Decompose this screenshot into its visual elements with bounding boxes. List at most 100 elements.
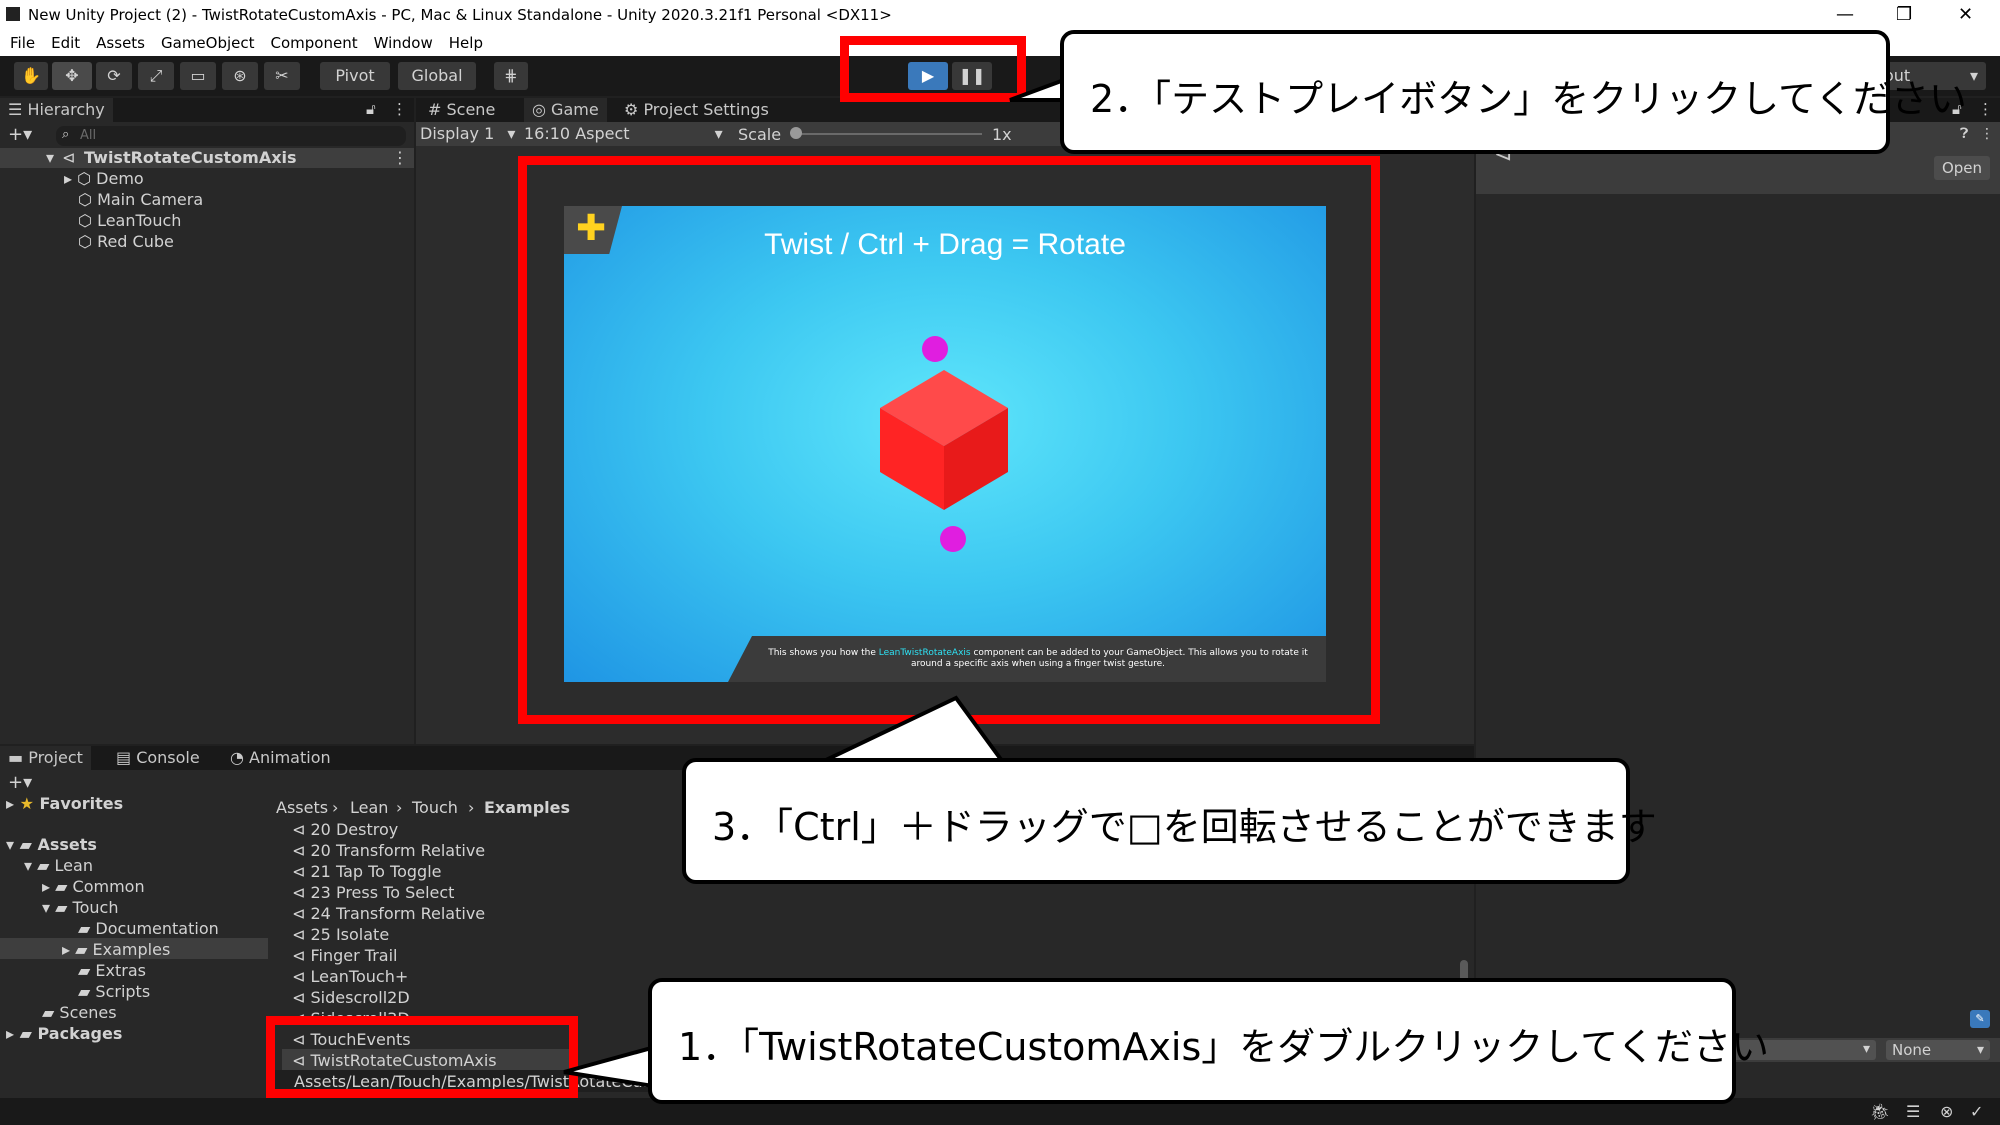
custom-tool-icon[interactable]: ✂ [264, 62, 300, 90]
menu-assets[interactable]: Assets [96, 30, 145, 56]
file-item[interactable]: ⊲ 23 Press To Select [292, 883, 454, 902]
scale-slider[interactable] [790, 127, 982, 139]
file-item[interactable]: ⊲ 24 Transform Relative [292, 904, 485, 923]
callout-step-3: 3．「Ctrl」＋ドラッグで□を回転させることができます [682, 758, 1657, 884]
settings-more-icon[interactable]: ⋮ [1980, 126, 1994, 142]
breadcrumb-touch[interactable]: Touch [412, 798, 458, 817]
tree-label: Favorites [39, 794, 124, 813]
hierarchy-item-demo[interactable]: ▸ ⬡ Demo [64, 169, 144, 188]
debug-icon[interactable]: 🐞︎ [1870, 1102, 1890, 1121]
move-tool-icon[interactable]: ✥ [52, 62, 92, 90]
tree-extras[interactable]: ▰ Extras [78, 961, 146, 980]
tree-favorites[interactable]: ▸ ★ Favorites [6, 794, 123, 813]
chevron-down-icon: ▾ [1969, 66, 1978, 85]
tab-project-settings[interactable]: ⚙ Project Settings [616, 98, 777, 122]
tab-animation[interactable]: ◔ Animation [222, 746, 339, 770]
help-icon[interactable]: ❓︎ [1960, 126, 1968, 142]
file-item[interactable]: ⊲ 21 Tap To Toggle [292, 862, 442, 881]
tree-touch[interactable]: ▾ ▰ Touch [42, 898, 118, 917]
tree-scripts[interactable]: ▰ Scripts [78, 982, 150, 1001]
breadcrumb-examples[interactable]: Examples [484, 798, 570, 817]
file-item[interactable]: ⊲ 20 Destroy [292, 820, 398, 839]
rotate-tool-icon[interactable]: ⟳ [96, 62, 132, 90]
callout-step-1: 1．「TwistRotateCustomAxis」をダブルクリックしてください [648, 978, 1769, 1104]
layers-icon[interactable]: ☰ [1906, 1102, 1920, 1121]
file-item[interactable]: ⊲ 20 Transform Relative [292, 841, 485, 860]
tree-assets[interactable]: ▾ ▰ Assets [6, 835, 97, 854]
hierarchy-search-field[interactable]: ⌕ All [56, 126, 406, 146]
close-button[interactable]: ✕ [1958, 4, 1973, 25]
game-tab-label: Game [551, 100, 599, 119]
folder-icon: ▰ [19, 835, 32, 854]
transform-tool-icon[interactable]: ⊛ [222, 62, 258, 90]
scale-slider-thumb[interactable] [790, 127, 802, 139]
open-label: Open [1941, 159, 1983, 177]
lock-icon[interactable]: 🔓︎ [366, 100, 376, 118]
scale-label: Scale [738, 125, 782, 144]
tree-examples[interactable]: ▸ ▰ Examples [62, 940, 170, 959]
restore-button[interactable]: ❐ [1896, 4, 1912, 25]
chevron-down-icon: ▾ [1862, 1041, 1870, 1057]
breadcrumb-sep: › [468, 798, 475, 817]
scale-tool-icon[interactable]: ⤢ [138, 62, 174, 90]
menu-edit[interactable]: Edit [51, 30, 80, 56]
hand-tool-icon[interactable]: ✋ [14, 62, 48, 90]
rect-tool-icon[interactable]: ▭ [180, 62, 216, 90]
hierarchy-item-red-cube[interactable]: ⬡ Red Cube [78, 232, 174, 251]
tab-console[interactable]: ▤ Console [108, 746, 208, 770]
menu-gameobject[interactable]: GameObject [161, 30, 255, 56]
check-icon[interactable]: ✓ [1970, 1102, 1983, 1121]
tab-scene[interactable]: # Scene [420, 98, 503, 122]
tree-label: Examples [92, 940, 171, 959]
folder-icon: ▰ [55, 877, 68, 896]
tree-common[interactable]: ▸ ▰ Common [42, 877, 145, 896]
menu-component[interactable]: Component [271, 30, 358, 56]
minimize-button[interactable]: — [1836, 4, 1854, 25]
hierarchy-item-main-camera[interactable]: ⬡ Main Camera [78, 190, 203, 209]
file-label: Sidescroll2D [310, 988, 410, 1007]
label-tag-icon[interactable]: ✎ [1970, 1010, 1990, 1028]
folder-icon: ▰ [78, 961, 91, 980]
tab-project[interactable]: ▬ Project [0, 746, 91, 770]
menu-help[interactable]: Help [449, 30, 483, 56]
display-dropdown[interactable]: Display 1 ▾ [420, 124, 515, 143]
aspect-value: 16:10 Aspect [524, 124, 630, 143]
expand-arrow-icon[interactable]: ▾ [46, 148, 54, 167]
breadcrumb-sep: › [396, 798, 403, 817]
pivot-toggle[interactable]: Pivot [320, 62, 390, 90]
tree-scenes[interactable]: ▰ Scenes [42, 1003, 117, 1022]
file-item[interactable]: ⊲ 25 Isolate [292, 925, 389, 944]
breadcrumb-lean[interactable]: Lean [350, 798, 388, 817]
tree-lean[interactable]: ▾ ▰ Lean [24, 856, 93, 875]
grid-snap-icon[interactable]: ⋕ [494, 62, 528, 90]
tab-hierarchy[interactable]: ☰ Hierarchy [0, 98, 113, 122]
more-icon[interactable]: ⋮ [392, 100, 407, 118]
scene-row[interactable]: ▾ ⊲ TwistRotateCustomAxis ⋮ [0, 148, 414, 168]
menu-file[interactable]: File [10, 30, 35, 56]
tab-game[interactable]: ◎ Game [524, 98, 607, 122]
menu-window[interactable]: Window [374, 30, 433, 56]
file-item[interactable]: ⊲ LeanTouch+ [292, 967, 408, 986]
file-item[interactable]: ⊲ Finger Trail [292, 946, 397, 965]
tree-packages[interactable]: ▸ ▰ Packages [6, 1024, 122, 1043]
file-item[interactable]: ⊲ Sidescroll2D [292, 988, 410, 1007]
breadcrumb-assets[interactable]: Assets [276, 798, 328, 817]
folder-icon: ▰ [78, 982, 91, 1001]
create-asset-button[interactable]: +▾ [8, 772, 32, 793]
hierarchy-item-leantouch[interactable]: ⬡ LeanTouch [78, 211, 181, 230]
item-label: LeanTouch [97, 211, 182, 230]
add-object-button[interactable]: +▾ [8, 124, 32, 145]
folder-icon: ▰ [75, 940, 88, 959]
search-icon: ⌕ [62, 127, 70, 142]
global-toggle[interactable]: Global [398, 62, 476, 90]
collab-icon[interactable]: ⊗ [1940, 1102, 1953, 1121]
scene-menu-icon[interactable]: ⋮ [392, 148, 408, 167]
tree-label: Assets [37, 835, 97, 854]
asset-variant-dropdown[interactable]: None ▾ [1886, 1040, 1990, 1060]
tree-documentation[interactable]: ▰ Documentation [78, 919, 219, 938]
more-icon[interactable]: ⋮ [1978, 100, 1993, 118]
play-button-highlight [840, 36, 1026, 102]
project-tab-label: Project [28, 748, 83, 767]
aspect-dropdown[interactable]: 16:10 Aspect ▾ [524, 124, 723, 143]
open-button[interactable]: Open [1934, 156, 1990, 180]
